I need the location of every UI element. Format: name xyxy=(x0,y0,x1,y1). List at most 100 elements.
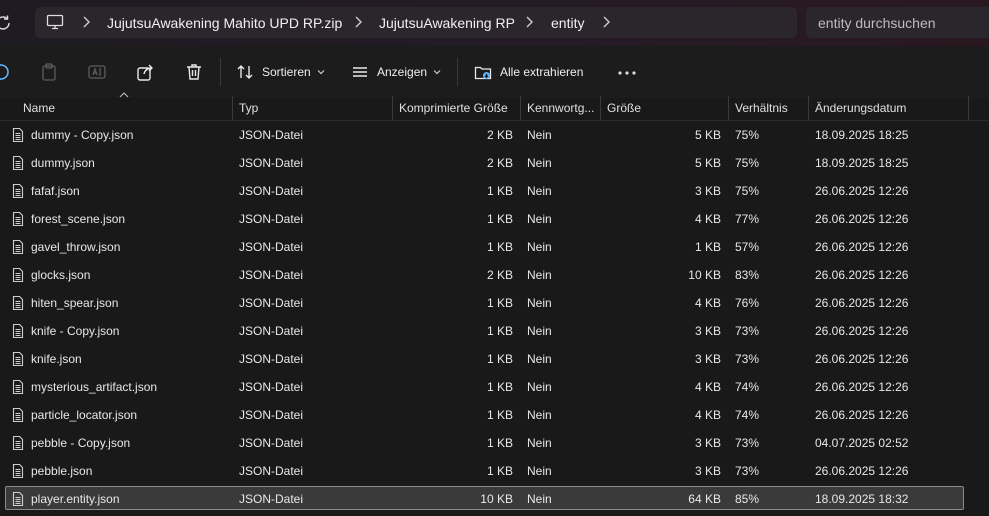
file-compressed-size: 1 KB xyxy=(486,436,513,450)
toolbar-divider xyxy=(457,58,458,86)
file-name: forest_scene.json xyxy=(31,212,126,226)
file-icon xyxy=(12,295,24,311)
file-row[interactable]: pebble.json JSON-Datei 1 KB Nein 3 KB 73% 26.0… xyxy=(0,457,989,485)
delete-icon[interactable] xyxy=(184,62,204,82)
file-row[interactable]: knife - Copy.json JSON-Datei 1 KB Nein 3 KB 7… xyxy=(0,317,989,345)
file-icon xyxy=(12,407,24,423)
file-name: mysterious_artifact.json xyxy=(31,380,158,394)
file-password-protected: Nein xyxy=(527,408,552,422)
file-password-protected: Nein xyxy=(527,352,552,366)
file-name: dummy - Copy.json xyxy=(31,128,134,142)
chevron-right-icon[interactable] xyxy=(600,14,612,30)
extract-icon xyxy=(474,66,492,80)
file-name: knife - Copy.json xyxy=(31,324,120,338)
column-header-size[interactable]: Größe xyxy=(601,96,728,120)
file-size: 64 KB xyxy=(688,492,721,506)
file-modified: 26.06.2025 12:26 xyxy=(815,324,909,338)
file-size: 3 KB xyxy=(694,184,721,198)
file-modified: 04.07.2025 02:52 xyxy=(815,436,909,450)
file-modified: 18.09.2025 18:25 xyxy=(815,156,909,170)
column-header-password[interactable]: Kennwortg... xyxy=(521,96,600,120)
command-bar: Sortieren Anzeigen Alle extrahieren xyxy=(0,46,989,98)
breadcrumb-item-rp[interactable]: JujutsuAwakening RP xyxy=(379,15,515,31)
file-row[interactable]: mysterious_artifact.json JSON-Datei 1 KB Ne… xyxy=(0,373,989,401)
new-item-icon[interactable] xyxy=(0,62,11,82)
file-password-protected: Nein xyxy=(527,296,552,310)
file-type: JSON-Datei xyxy=(239,352,304,366)
file-row[interactable]: particle_locator.json JSON-Datei 1 KB Nein 4… xyxy=(0,401,989,429)
more-options-icon[interactable] xyxy=(617,70,637,76)
file-row[interactable]: player.entity.json JSON-Datei 10 KB Nein 64 … xyxy=(0,485,989,513)
rename-icon[interactable] xyxy=(87,62,107,82)
sort-button[interactable]: Sortieren xyxy=(236,59,325,85)
file-compressed-size: 1 KB xyxy=(486,352,513,366)
file-type: JSON-Datei xyxy=(239,212,304,226)
file-row[interactable]: pebble - Copy.json JSON-Datei 1 KB Nein 3 KB… xyxy=(0,429,989,457)
file-modified: 18.09.2025 18:25 xyxy=(815,128,909,142)
file-row[interactable]: dummy.json JSON-Datei 2 KB Nein 5 KB 75% 18.09… xyxy=(0,149,989,177)
file-icon xyxy=(12,379,24,395)
file-compressed-size: 1 KB xyxy=(486,380,513,394)
file-name: knife.json xyxy=(31,352,82,366)
file-name: hiten_spear.json xyxy=(31,296,119,310)
chevron-right-icon[interactable] xyxy=(352,14,364,30)
breadcrumb[interactable]: JujutsuAwakening Mahito UPD RP.zip Jujut… xyxy=(35,7,797,38)
breadcrumb-item-entity[interactable]: entity xyxy=(551,15,584,31)
file-ratio: 75% xyxy=(735,184,760,198)
file-size: 3 KB xyxy=(694,436,721,450)
file-icon xyxy=(12,267,24,283)
file-icon xyxy=(12,491,24,507)
chevron-down-icon xyxy=(433,70,441,75)
column-header-compressed-size[interactable]: Komprimierte Größe xyxy=(393,96,520,120)
column-header-type[interactable]: Typ xyxy=(233,96,392,120)
computer-icon[interactable] xyxy=(46,14,64,30)
file-row[interactable]: knife.json JSON-Datei 1 KB Nein 3 KB 73% 26.06… xyxy=(0,345,989,373)
file-password-protected: Nein xyxy=(527,464,552,478)
file-name: player.entity.json xyxy=(31,492,120,506)
file-row[interactable]: forest_scene.json JSON-Datei 1 KB Nein 4 KB 7… xyxy=(0,205,989,233)
file-size: 3 KB xyxy=(694,324,721,338)
file-password-protected: Nein xyxy=(527,184,552,198)
file-row[interactable]: hiten_spear.json JSON-Datei 1 KB Nein 4 KB 76… xyxy=(0,289,989,317)
file-size: 4 KB xyxy=(694,380,721,394)
column-header: Name Typ Komprimierte Größe Kennwortg...… xyxy=(0,92,989,121)
column-header-ratio[interactable]: Verhältnis xyxy=(729,96,808,120)
file-ratio: 75% xyxy=(735,156,760,170)
chevron-right-icon[interactable] xyxy=(523,14,535,30)
file-name: gavel_throw.json xyxy=(31,240,121,254)
extract-all-button[interactable]: Alle extrahieren xyxy=(474,59,583,85)
file-row[interactable]: gavel_throw.json JSON-Datei 1 KB Nein 1 KB 57… xyxy=(0,233,989,261)
refresh-icon[interactable] xyxy=(0,13,13,33)
file-icon xyxy=(12,239,24,255)
search-input[interactable] xyxy=(816,13,985,33)
share-icon[interactable] xyxy=(135,62,155,82)
file-icon xyxy=(12,435,24,451)
file-ratio: 75% xyxy=(735,128,760,142)
file-icon xyxy=(12,155,24,171)
file-password-protected: Nein xyxy=(527,240,552,254)
view-label: Anzeigen xyxy=(377,65,428,79)
chevron-right-icon[interactable] xyxy=(80,14,92,30)
file-name: pebble - Copy.json xyxy=(31,436,131,450)
file-ratio: 73% xyxy=(735,436,760,450)
file-icon xyxy=(12,183,24,199)
file-row[interactable]: dummy - Copy.json JSON-Datei 2 KB Nein 5 KB 7… xyxy=(0,121,989,149)
view-button[interactable]: Anzeigen xyxy=(351,59,441,85)
paste-icon[interactable] xyxy=(39,62,59,82)
file-row[interactable]: glocks.json JSON-Datei 2 KB Nein 10 KB 83% 26.… xyxy=(0,261,989,289)
column-header-modified[interactable]: Änderungsdatum xyxy=(809,96,968,120)
column-header-name[interactable]: Name xyxy=(17,96,232,120)
file-compressed-size: 10 KB xyxy=(480,492,513,506)
breadcrumb-item-zip[interactable]: JujutsuAwakening Mahito UPD RP.zip xyxy=(107,15,342,31)
column-divider[interactable] xyxy=(968,96,969,120)
file-type: JSON-Datei xyxy=(239,464,304,478)
file-type: JSON-Datei xyxy=(239,268,304,282)
search-box[interactable] xyxy=(806,7,989,38)
file-row[interactable]: fafaf.json JSON-Datei 1 KB Nein 3 KB 75% 26.06… xyxy=(0,177,989,205)
file-type: JSON-Datei xyxy=(239,184,304,198)
file-type: JSON-Datei xyxy=(239,408,304,422)
file-modified: 26.06.2025 12:26 xyxy=(815,184,909,198)
file-ratio: 57% xyxy=(735,240,760,254)
file-password-protected: Nein xyxy=(527,436,552,450)
extract-all-label: Alle extrahieren xyxy=(500,65,584,79)
